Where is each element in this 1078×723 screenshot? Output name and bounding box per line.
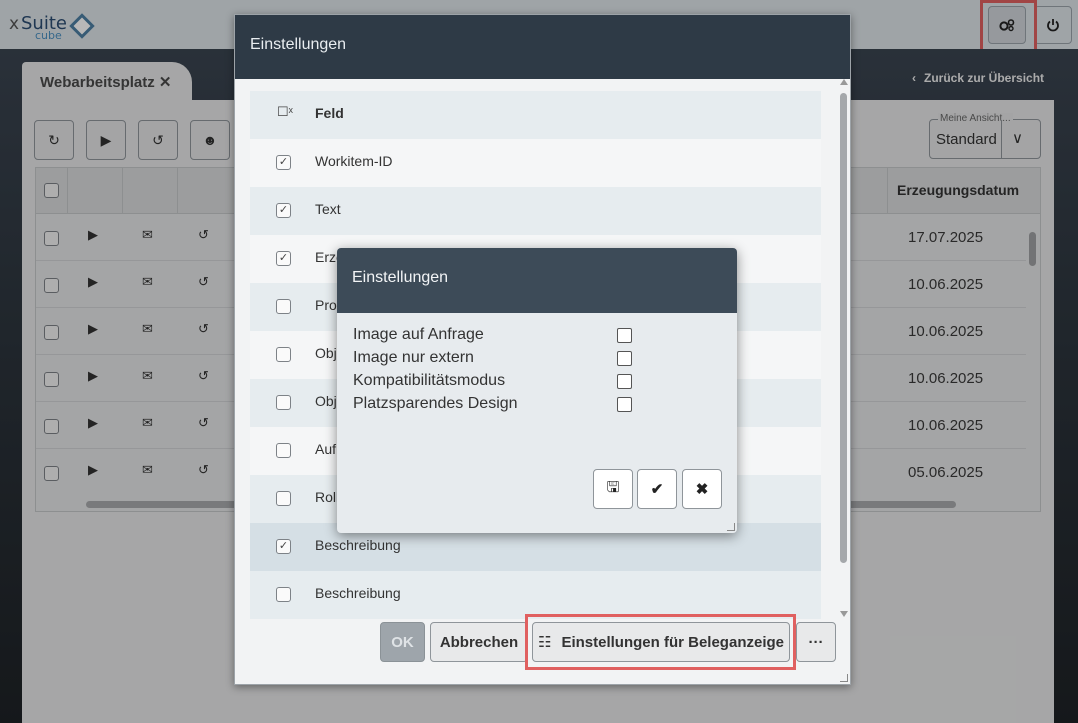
field-checkbox[interactable]	[276, 491, 291, 506]
field-label: Workitem-ID	[315, 153, 393, 169]
checkbox-image-auf-anfrage[interactable]	[617, 328, 632, 343]
cancel-button[interactable]: Abbrechen	[430, 622, 528, 662]
cancel-button-label: Abbrechen	[439, 633, 519, 651]
field-checkbox[interactable]: ✓	[276, 539, 291, 554]
field-checkbox[interactable]	[276, 587, 291, 602]
field-checkbox[interactable]: ✓	[276, 251, 291, 266]
option-label-kompatibilitaetsmodus: Kompatibilitätsmodus	[353, 372, 506, 389]
field-row[interactable]: ✓ Text	[250, 187, 821, 235]
option-label-platzsparendes-design: Platzsparendes Design	[353, 395, 518, 412]
checkbox-platzsparendes-design[interactable]	[617, 397, 632, 412]
dialog-header: Einstellungen	[235, 15, 850, 79]
option-label-image-nur-extern: Image nur extern	[353, 349, 474, 366]
field-label: Auf	[315, 441, 337, 457]
field-checkbox[interactable]	[276, 395, 291, 410]
scroll-down-icon[interactable]	[840, 611, 848, 617]
field-row[interactable]: ✓ Workitem-ID	[250, 139, 821, 187]
more-options-button[interactable]: ···	[796, 622, 836, 662]
ok-button[interactable]: OK	[380, 622, 425, 662]
dialog-header: Einstellungen	[337, 248, 737, 313]
field-column-header: Feld	[315, 105, 344, 121]
field-checkbox[interactable]: ✓	[276, 155, 291, 170]
field-row[interactable]: Beschreibung	[250, 571, 821, 619]
field-label: Beschreibung	[315, 585, 401, 601]
general-settings-dialog: Einstellungen Image auf Anfrage Image nu…	[337, 248, 737, 533]
field-label: Text	[315, 201, 341, 217]
save-icon: 🖫	[606, 478, 620, 496]
field-checkbox[interactable]	[276, 443, 291, 458]
document-settings-highlight	[525, 614, 796, 670]
option-label-image-auf-anfrage: Image auf Anfrage	[353, 326, 484, 343]
field-label: Pro	[315, 297, 337, 313]
scrollbar-thumb[interactable]	[840, 93, 847, 563]
field-checkbox[interactable]	[276, 299, 291, 314]
resize-handle-icon[interactable]	[727, 523, 735, 531]
field-checkbox[interactable]	[276, 347, 291, 362]
field-list-scrollbar[interactable]	[838, 77, 850, 623]
checkbox-kompatibilitaetsmodus[interactable]	[617, 374, 632, 389]
confirm-button[interactable]: ✔	[637, 469, 677, 509]
column-settings-icon[interactable]: ☐ˣ	[277, 104, 293, 120]
dialog-title: Einstellungen	[352, 269, 449, 286]
dialog-title: Einstellungen	[250, 36, 347, 53]
save-button[interactable]: 🖫	[593, 469, 633, 509]
field-list-header: ☐ˣ Feld	[250, 91, 821, 139]
resize-handle-icon[interactable]	[840, 674, 848, 682]
check-icon: ✔	[650, 481, 664, 498]
close-icon: ✖	[695, 481, 709, 498]
more-icon: ···	[808, 633, 824, 651]
scroll-up-icon[interactable]	[840, 79, 848, 85]
field-label: Beschreibung	[315, 537, 401, 553]
close-button[interactable]: ✖	[682, 469, 722, 509]
ok-button-label: OK	[391, 633, 414, 651]
field-checkbox[interactable]: ✓	[276, 203, 291, 218]
field-label: Roll	[315, 489, 340, 505]
checkbox-image-nur-extern[interactable]	[617, 351, 632, 366]
